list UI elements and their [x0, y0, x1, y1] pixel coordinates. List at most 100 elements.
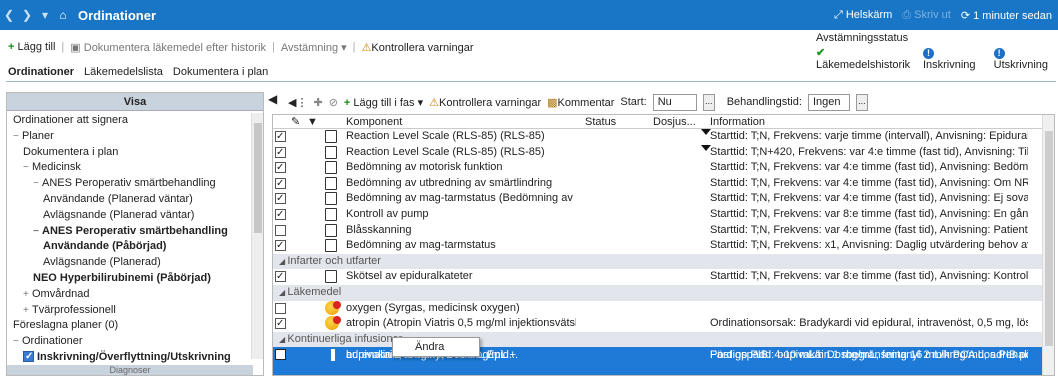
cancel-icon[interactable]: ⊘ — [329, 96, 338, 109]
tree-item[interactable]: Ordinationer att signera — [7, 113, 253, 129]
tree-item[interactable]: − ANES Peroperativ smärtbehandling — [7, 176, 253, 192]
group-header[interactable]: ◢ Kontinuerliga infusioner — [273, 331, 1054, 348]
collapse-icon[interactable]: − — [33, 176, 42, 192]
tree-item-label: ANES Peroperativ smärtbehandling — [42, 224, 228, 237]
print-button[interactable]: ⎙ Skriv ut — [902, 9, 951, 22]
row-komponent: Bedömning av utbredning av smärtlindring — [346, 176, 553, 189]
status-discharge[interactable]: ! Utskrivning — [993, 47, 1056, 71]
context-menu: Ändra — [392, 337, 480, 357]
table-row[interactable]: Reaction Level Scale (RLS-85) (RLS-85) St… — [273, 129, 1054, 145]
row-checkbox[interactable] — [275, 207, 286, 223]
treatment-time-picker-button[interactable]: ... — [855, 93, 868, 111]
diagnoses-section-header[interactable]: Diagnoser — [7, 365, 253, 375]
treatment-time-label: Behandlingstid: — [726, 96, 802, 108]
row-komponent: Reaction Level Scale (RLS-85) (RLS-85) — [346, 130, 545, 142]
start-picker-button[interactable]: ... — [702, 93, 715, 111]
row-information: Färdigspädd: bupivakain 1 mg/mL, fentany… — [710, 349, 1028, 362]
table-row-selected[interactable]: bupivakain, fentanyl 2 mikrog/mL +adrena… — [273, 347, 1054, 375]
tab-dokumentera-i-plan[interactable]: Dokumentera i plan — [173, 66, 268, 82]
expand-icon[interactable]: ◀⋮ — [288, 96, 307, 109]
row-checkbox[interactable] — [275, 224, 286, 236]
tree-item[interactable]: NEO Hyperbilirubinemi (Påbörjad) — [7, 271, 253, 287]
row-checkbox[interactable] — [275, 302, 286, 314]
tree-item[interactable]: Avlägsnande (Planerad väntar) — [7, 208, 253, 224]
tree-item[interactable]: − Ordinationer — [7, 334, 253, 350]
pill-icon[interactable]: ✚ — [313, 96, 322, 109]
collapse-icon[interactable]: − — [13, 334, 22, 350]
row-checkbox[interactable] — [275, 145, 286, 160]
status-admission[interactable]: ! Inskrivning — [922, 47, 984, 71]
expand-icon[interactable]: + — [23, 287, 32, 303]
group-header[interactable]: ◢ Infarter och utfarter — [273, 253, 1054, 270]
table-row[interactable]: Bedömning av mag-tarmstatus (Bedömning a… — [273, 191, 1054, 207]
home-icon[interactable]: ⌂ — [54, 8, 72, 22]
column-status[interactable]: Status — [585, 115, 616, 129]
tree-checkbox[interactable] — [23, 349, 34, 364]
tab-ordinationer[interactable]: Ordinationer — [8, 66, 74, 82]
add-button[interactable]: + Lägg till — [8, 41, 55, 53]
grid-scrollbar[interactable] — [1042, 115, 1054, 375]
check-warnings-button[interactable]: ⚠Kontrollera varningar — [429, 96, 541, 109]
table-row[interactable]: Bedömning av mag-tarmstatus Starttid: T;N… — [273, 238, 1054, 254]
view-tree: Ordinationer att signera − Planer Dokumente… — [7, 113, 253, 375]
collapse-icon[interactable]: − — [23, 160, 32, 176]
table-row[interactable]: Reaction Level Scale (RLS-85) (RLS-85) St… — [273, 144, 1054, 160]
row-checkbox[interactable] — [275, 160, 286, 176]
row-checkbox[interactable] — [275, 269, 286, 285]
reconciliation-menu[interactable]: Avstämning ▾ — [281, 41, 347, 54]
table-row[interactable]: Skötsel av epiduralkateter Starttid: T;N,… — [273, 269, 1054, 285]
collapse-panel-icon[interactable]: ◀ — [268, 92, 277, 106]
column-dosjus[interactable]: Dosjus... — [653, 115, 696, 129]
check-warnings-button[interactable]: ⚠Kontrollera varningar — [362, 41, 474, 54]
collapse-icon[interactable]: − — [13, 129, 22, 145]
column-komponent[interactable]: Komponent — [346, 115, 402, 129]
group-label: Läkemedel — [287, 285, 342, 298]
info-icon: ! — [993, 47, 1005, 59]
tree-item[interactable]: Avlägsnande (Planerad) — [7, 255, 253, 271]
tree-item[interactable]: + Tvärprofessionell — [7, 303, 253, 319]
add-to-phase-button[interactable]: + Lägg till i fas ▾ — [344, 96, 423, 109]
tree-item[interactable]: − Planer — [7, 129, 253, 145]
comment-button[interactable]: ▩Kommentar — [547, 96, 614, 109]
group-header[interactable]: ◢ Läkemedel — [273, 284, 1054, 301]
start-input[interactable]: Nu — [652, 93, 697, 111]
tree-item-label: Inskrivning/Överflyttning/Utskrivning — [37, 350, 231, 363]
treatment-time-input[interactable]: Ingen — [807, 93, 850, 111]
pill-column-icon[interactable]: ✎ — [291, 115, 300, 129]
context-menu-item-andra[interactable]: Ändra — [415, 341, 444, 353]
row-checkbox[interactable] — [275, 238, 286, 254]
row-checkbox[interactable] — [275, 129, 286, 145]
tree-scrollbar[interactable] — [251, 113, 263, 359]
back-arrow-icon[interactable]: ❮ — [0, 8, 18, 22]
column-information[interactable]: Information — [710, 115, 765, 129]
tree-item[interactable]: + Omvårdnad — [7, 287, 253, 303]
row-checkbox[interactable] — [275, 191, 286, 207]
tree-item-label: Användande (Planerad väntar) — [43, 192, 193, 205]
table-row[interactable]: Blåsskanning Starttid: T;N, Frekvens: var… — [273, 223, 1054, 239]
collapse-icon[interactable]: − — [33, 224, 42, 240]
tree-item[interactable]: Föreslagna planer (0) — [7, 318, 253, 334]
row-checkbox[interactable] — [275, 347, 286, 363]
tree-item[interactable]: Inskrivning/Överflyttning/Utskrivning — [7, 349, 253, 366]
refresh-status[interactable]: ⟳ 1 minuter sedan — [961, 9, 1052, 22]
table-row[interactable]: Kontroll av pump Starttid: T;N, Frekvens:… — [273, 207, 1054, 223]
tree-item[interactable]: − ANES Peroperativ smärtbehandling — [7, 224, 253, 240]
forward-arrow-icon[interactable]: ❯ — [18, 8, 36, 22]
table-row[interactable]: Bedömning av utbredning av smärtlindring… — [273, 176, 1054, 191]
flag-column-icon[interactable]: ▼ — [307, 115, 318, 129]
table-row[interactable]: atropin (Atropin Viatris 0,5 mg/ml injek… — [273, 316, 1054, 332]
fullscreen-button[interactable]: ⤢ Helskärm — [834, 9, 892, 22]
row-checkbox[interactable] — [275, 176, 286, 191]
tree-item[interactable]: − Medicinsk — [7, 160, 253, 176]
tree-item[interactable]: Dokumentera i plan — [7, 145, 253, 161]
expand-icon[interactable]: + — [23, 303, 32, 319]
tree-item[interactable]: Användande (Planerad väntar) — [7, 192, 253, 208]
status-medication-history[interactable]: ✔ Läkemedelshistorik — [816, 46, 913, 71]
document-history-button[interactable]: ▣ Dokumentera läkemedel efter historik — [70, 41, 266, 54]
table-row[interactable]: oxygen (Syrgas, medicinsk oxygen) — [273, 300, 1054, 317]
tab-lakemedelslista[interactable]: Läkemedelslista — [84, 66, 163, 82]
tree-item[interactable]: Användande (Påbörjad) — [7, 239, 253, 255]
row-checkbox[interactable] — [275, 316, 286, 332]
table-row[interactable]: Bedömning av motorisk funktion Starttid: … — [273, 160, 1054, 176]
dropdown-icon[interactable]: ▾ — [36, 8, 54, 22]
